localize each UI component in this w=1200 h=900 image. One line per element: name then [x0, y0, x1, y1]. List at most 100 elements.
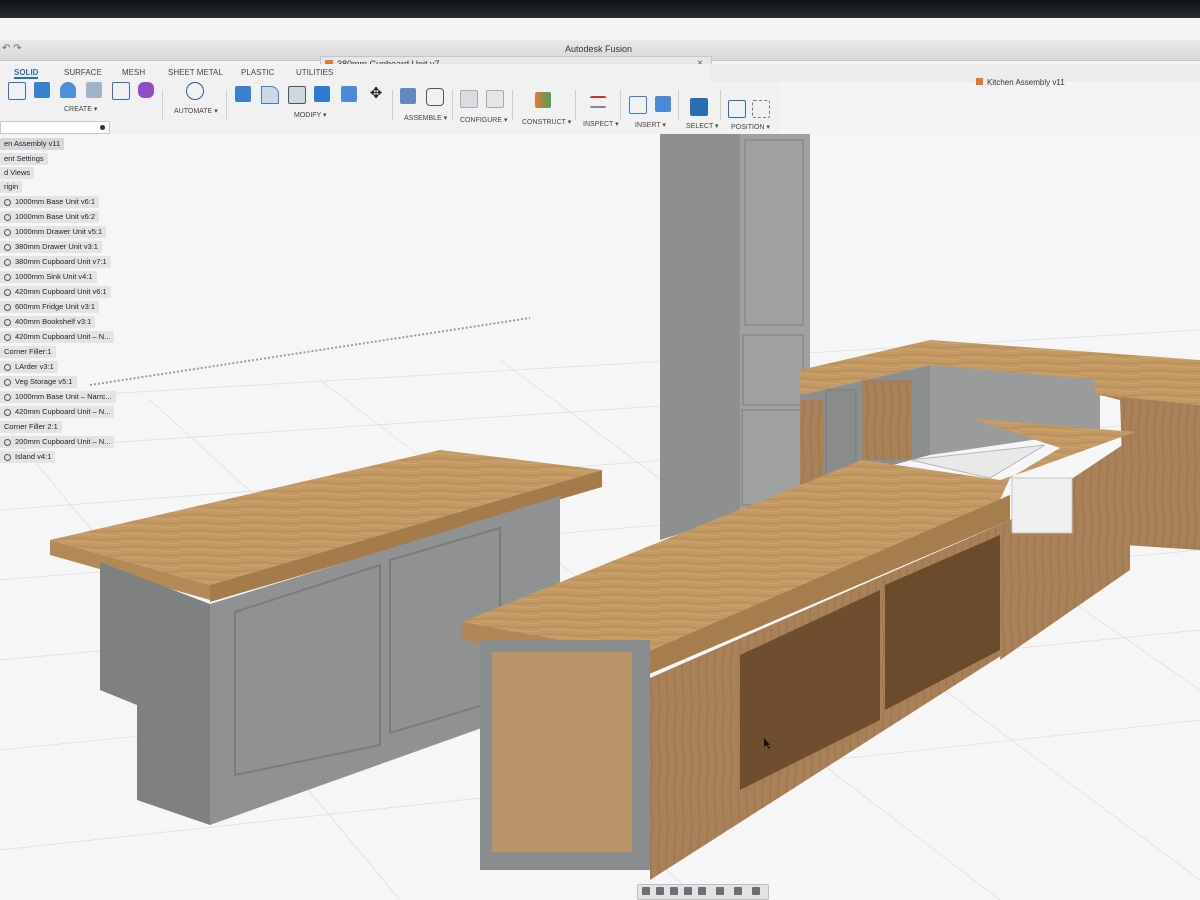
offset-face-icon[interactable] [341, 86, 357, 102]
browser-item[interactable]: 1000mm Base Unit v6:1 [0, 196, 100, 208]
form-icon[interactable] [138, 82, 154, 98]
link-icon [4, 258, 11, 266]
table-icon[interactable] [486, 90, 504, 108]
insert-derive-icon[interactable] [629, 96, 647, 114]
group-automate[interactable]: AUTOMATE ▾ [174, 107, 218, 115]
look-at-icon[interactable] [656, 887, 664, 895]
automate-icon[interactable] [186, 82, 204, 100]
link-icon [4, 318, 11, 326]
browser-item[interactable]: 380mm Drawer Unit v3:1 [0, 241, 102, 253]
viewport-3d[interactable] [0, 134, 1200, 900]
separator [226, 90, 227, 120]
tab-utilities[interactable]: UTILITIES [296, 68, 333, 77]
browser-root[interactable]: en Assembly v11 [0, 138, 65, 150]
pan-icon[interactable] [670, 887, 678, 895]
separator [512, 90, 513, 120]
display-settings-icon[interactable] [716, 887, 724, 895]
browser-item[interactable]: 420mm Cupboard Unit v6:1 [0, 286, 111, 298]
browser-item[interactable]: Island v4:1 [0, 451, 56, 463]
item-label: Corner Filler:1 [4, 347, 52, 356]
viewports-icon[interactable] [752, 887, 760, 895]
browser-item[interactable]: Corner Filler:1 [0, 346, 56, 358]
browser-item[interactable]: 1000mm Base Unit v6:2 [0, 211, 100, 223]
browser-item[interactable]: 1000mm Base Unit – Narrc... [0, 391, 116, 403]
browser-item[interactable]: 1000mm Sink Unit v4:1 [0, 271, 97, 283]
move-icon[interactable]: ✥ [368, 86, 384, 102]
group-insert[interactable]: INSERT ▾ [635, 121, 666, 129]
joint-icon[interactable] [426, 88, 444, 106]
browser-item[interactable]: 420mm Cupboard Unit – N... [0, 406, 115, 418]
browser-search-input[interactable] [0, 121, 110, 134]
position-icon[interactable] [728, 100, 746, 118]
tab-solid[interactable]: SOLID [14, 68, 39, 79]
item-label: 200mm Cupboard Unit – N... [15, 437, 111, 446]
link-icon [4, 243, 11, 251]
tab-sheet-metal[interactable]: SHEET METAL [168, 68, 223, 77]
undo-redo-icon[interactable]: ↶ ↷ [2, 43, 22, 54]
link-icon [4, 393, 11, 401]
tab-mesh[interactable]: MESH [122, 68, 145, 77]
grid-settings-icon[interactable] [734, 887, 742, 895]
separator [678, 90, 679, 120]
orbit-icon[interactable] [642, 887, 650, 895]
group-create[interactable]: CREATE ▾ [64, 105, 97, 113]
group-assemble[interactable]: ASSEMBLE ▾ [404, 114, 447, 122]
select-icon[interactable] [690, 98, 708, 116]
item-label: Corner Filler 2:1 [4, 422, 58, 431]
group-position[interactable]: POSITION ▾ [731, 123, 770, 131]
item-label: 380mm Cupboard Unit v7:1 [15, 257, 107, 266]
group-construct[interactable]: CONSTRUCT ▾ [522, 118, 571, 126]
browser-item[interactable]: 400mm Bookshelf v3:1 [0, 316, 96, 328]
tab-plastic[interactable]: PLASTIC [241, 68, 274, 77]
browser-item[interactable]: 200mm Cupboard Unit – N... [0, 436, 115, 448]
browser-item[interactable]: 1000mm Drawer Unit v5:1 [0, 226, 107, 238]
browser-item[interactable]: 420mm Cupboard Unit – N... [0, 331, 115, 343]
assembly-tab[interactable]: Kitchen Assembly v11 [710, 64, 1200, 87]
capture-position-icon[interactable] [752, 100, 770, 118]
item-label: d Views [4, 168, 31, 177]
combine-icon[interactable] [314, 86, 330, 102]
construct-plane-icon[interactable] [535, 92, 551, 108]
measure-icon[interactable] [590, 96, 606, 108]
browser-item[interactable]: d Views [0, 167, 35, 179]
fit-icon[interactable] [698, 887, 706, 895]
shell-icon[interactable] [288, 86, 306, 104]
hole-icon[interactable] [86, 82, 102, 98]
link-icon [4, 333, 11, 341]
link-icon [4, 198, 11, 206]
sketch-icon[interactable] [8, 82, 26, 100]
group-configure[interactable]: CONFIGURE ▾ [460, 116, 507, 124]
separator [162, 90, 163, 120]
link-icon [4, 408, 11, 416]
link-icon [4, 453, 11, 461]
link-icon [4, 288, 11, 296]
item-label: Veg Storage v5:1 [15, 377, 73, 386]
extrude-icon[interactable] [34, 82, 50, 98]
browser-item[interactable]: Veg Storage v5:1 [0, 376, 77, 388]
revolve-icon[interactable] [60, 82, 76, 98]
fillet-icon[interactable] [261, 86, 279, 104]
press-pull-icon[interactable] [235, 86, 251, 102]
new-component-icon[interactable] [400, 88, 416, 104]
browser-item[interactable]: 600mm Fridge Unit v3:1 [0, 301, 100, 313]
browser-item[interactable]: rigin [0, 181, 23, 193]
browser-item[interactable]: ent Settings [0, 153, 48, 165]
record-icon[interactable] [100, 125, 105, 130]
separator [575, 90, 576, 120]
group-inspect[interactable]: INSPECT ▾ [583, 120, 619, 128]
larder-unit[interactable] [660, 134, 810, 540]
item-label: ent Settings [4, 154, 44, 163]
group-modify[interactable]: MODIFY ▾ [294, 111, 327, 119]
insert-image-icon[interactable] [655, 96, 671, 112]
browser-panel: en Assembly v11 ent Settings d Views rig… [0, 118, 130, 468]
item-label: 400mm Bookshelf v3:1 [15, 317, 92, 326]
tab-surface[interactable]: SURFACE [64, 68, 102, 77]
rectangle-icon[interactable] [112, 82, 130, 100]
zoom-icon[interactable] [684, 887, 692, 895]
browser-item[interactable]: 380mm Cupboard Unit v7:1 [0, 256, 111, 268]
browser-item[interactable]: LArder v3:1 [0, 361, 58, 373]
navigation-bar [637, 884, 769, 900]
browser-item[interactable]: Corner Filler 2:1 [0, 421, 62, 433]
group-select[interactable]: SELECT ▾ [686, 122, 719, 130]
configure-icon[interactable] [460, 90, 478, 108]
